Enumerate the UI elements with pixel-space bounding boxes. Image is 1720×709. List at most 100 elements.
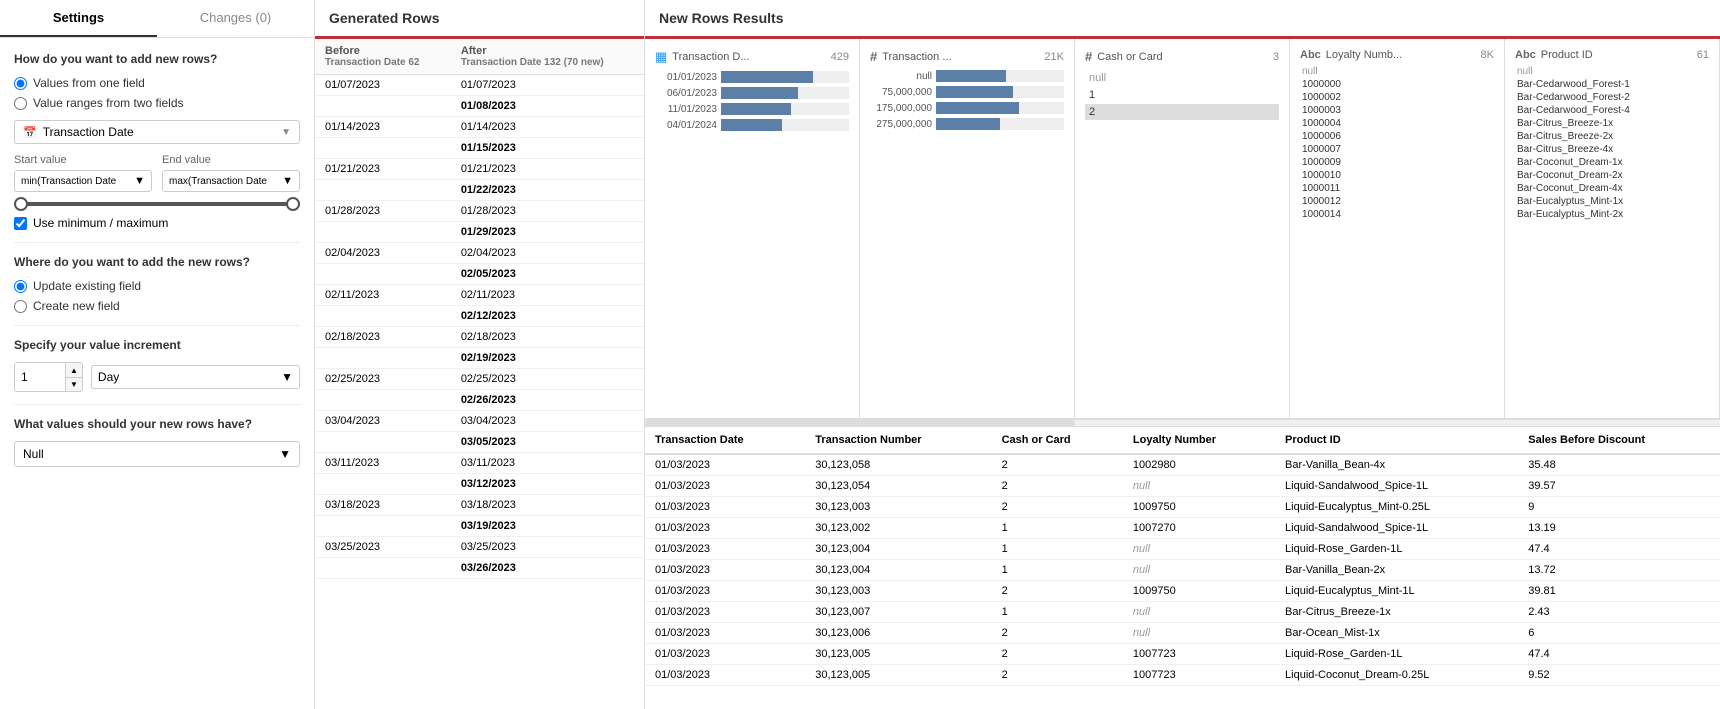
bottom-data-table-area: Transaction DateTransaction NumberCash o… [645,427,1720,709]
end-value-select[interactable]: max(Transaction Date ▼ [162,170,300,192]
table-cell: 01/03/2023 [645,602,805,623]
list-item[interactable]: null [1085,70,1279,86]
num-item: Bar-Coconut_Dream-1x [1515,156,1709,169]
table-cell: 2 [992,623,1123,644]
card-header: # Cash or Card 3 [1085,49,1279,64]
num-item: 1000011 [1300,182,1494,195]
after-cell: 02/05/2023 [451,264,644,285]
after-cell: 02/25/2023 [451,369,644,390]
increment-value-input[interactable] [15,363,65,391]
increment-input-wrapper: ▲ ▼ [14,362,83,392]
table-cell: 1002980 [1123,454,1275,476]
table-cell: 2 [992,644,1123,665]
table-cell: 30,123,054 [805,476,991,497]
calendar-icon: 📅 [23,126,37,139]
table-cell: Bar-Vanilla_Bean-4x [1275,454,1518,476]
left-panel: Settings Changes (0) How do you want to … [0,0,315,709]
increment-spinners: ▲ ▼ [65,363,82,391]
null-dropdown-arrow: ▼ [279,447,291,461]
before-cell [315,390,451,411]
num-item: Bar-Cedarwood_Forest-4 [1515,104,1709,117]
bar-fill [936,70,1006,82]
num-item: Bar-Eucalyptus_Mint-1x [1515,195,1709,208]
table-cell: 2 [992,581,1123,602]
num-item: Bar-Citrus_Breeze-1x [1515,117,1709,130]
bar-row: 06/01/2023 [655,87,849,99]
table-cell: 01/03/2023 [645,644,805,665]
card-count: 8K [1481,49,1494,61]
bar-chart: null 75,000,000 175,000,000 275,000,00 [870,70,1064,130]
radio-update-existing[interactable]: Update existing field [14,279,300,293]
table-cell: Bar-Citrus_Breeze-1x [1275,602,1518,623]
tab-changes[interactable]: Changes (0) [157,0,314,37]
table-row: 02/19/2023 [315,348,644,369]
before-cell [315,306,451,327]
bar-row: 04/01/2024 [655,119,849,131]
table-row: 03/05/2023 [315,432,644,453]
bar-track [936,102,1064,114]
table-row: 01/03/202330,123,0062nullBar-Ocean_Mist-… [645,623,1720,644]
after-cell: 01/07/2023 [451,75,644,96]
card-count: 3 [1273,51,1279,63]
num-item: Bar-Eucalyptus_Mint-2x [1515,208,1709,221]
before-cell: 02/04/2023 [315,243,451,264]
table-row: 01/03/202330,123,0041nullBar-Vanilla_Bea… [645,560,1720,581]
table-row: 02/26/2023 [315,390,644,411]
field-dropdown-arrow: ▼ [281,127,291,138]
num-item: 1000003 [1300,104,1494,117]
table-header: Transaction Number [805,427,991,454]
before-cell: 01/28/2023 [315,201,451,222]
table-row: 02/25/202302/25/2023 [315,369,644,390]
table-cell: 30,123,004 [805,539,991,560]
null-value-select[interactable]: Null ▼ [14,441,300,467]
card-header: # Transaction ... 21K [870,49,1064,64]
before-cell: 02/11/2023 [315,285,451,306]
after-cell: 02/18/2023 [451,327,644,348]
start-value-select[interactable]: min(Transaction Date ▼ [14,170,152,192]
horizontal-scrollbar[interactable] [645,419,1720,427]
radio-create-new[interactable]: Create new field [14,299,300,313]
bar-fill [936,86,1013,98]
list-item[interactable]: 1 [1085,87,1279,103]
card-count: 429 [831,51,849,63]
increment-up-btn[interactable]: ▲ [66,363,82,377]
table-cell: 30,123,003 [805,497,991,518]
table-row: 01/14/202301/14/2023 [315,117,644,138]
summary-card: # Cash or Card 3 null12 [1075,39,1290,418]
radio-value-ranges[interactable]: Value ranges from two fields [14,96,300,110]
increment-unit-select[interactable]: Day ▼ [91,365,300,389]
num-item: 1000002 [1300,91,1494,104]
after-cell: 02/04/2023 [451,243,644,264]
slider-thumb-left[interactable] [14,197,28,211]
list-item[interactable]: 2 [1085,104,1279,120]
table-cell: null [1123,560,1275,581]
increment-down-btn[interactable]: ▼ [66,377,82,391]
table-cell: 01/03/2023 [645,454,805,476]
table-cell: 1 [992,518,1123,539]
bar-row: 01/01/2023 [655,71,849,83]
tab-settings[interactable]: Settings [0,0,157,37]
slider-thumb-right[interactable] [286,197,300,211]
table-row: 03/19/2023 [315,516,644,537]
table-row: 01/03/202330,123,00521007723Liquid-Cocon… [645,665,1720,686]
before-col-header: Before Transaction Date 62 [315,39,451,75]
increment-row: ▲ ▼ Day ▼ [14,362,300,392]
range-slider [14,202,300,206]
before-cell [315,96,451,117]
after-cell: 01/29/2023 [451,222,644,243]
table-cell: 30,123,007 [805,602,991,623]
start-label: Start value [14,154,152,166]
after-cell: 03/11/2023 [451,453,644,474]
bar-track [936,70,1064,82]
field-selector[interactable]: 📅 Transaction Date ▼ [14,120,300,144]
table-cell: 30,123,002 [805,518,991,539]
after-cell: 01/22/2023 [451,180,644,201]
radio-values-from-one[interactable]: Values from one field [14,76,300,90]
table-row: 03/04/202303/04/2023 [315,411,644,432]
table-row: 01/03/202330,123,0542nullLiquid-Sandalwo… [645,476,1720,497]
card-title: Product ID [1541,49,1692,61]
use-min-max-checkbox[interactable]: Use minimum / maximum [14,216,300,230]
bar-label: null [870,71,932,82]
num-item: null [1515,65,1709,78]
table-row: 01/08/2023 [315,96,644,117]
